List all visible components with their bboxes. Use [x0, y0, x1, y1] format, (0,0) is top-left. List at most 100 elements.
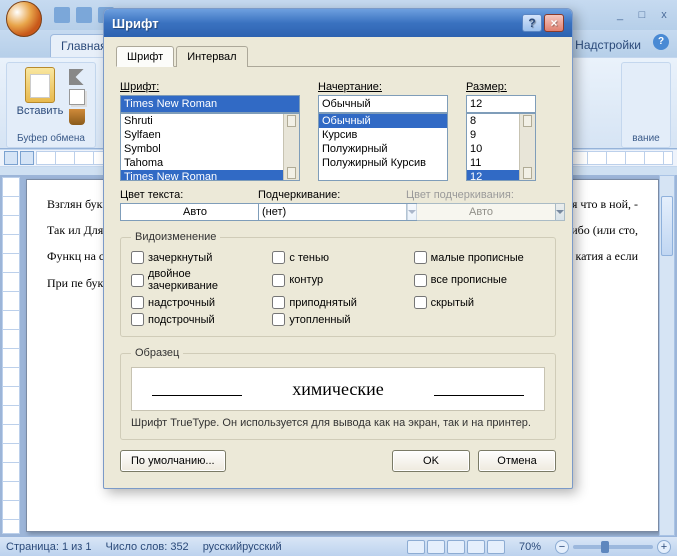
sample-group: Образец химические Шрифт TrueType. Он ис… — [120, 347, 556, 440]
font-list-scrollbar[interactable] — [283, 114, 299, 180]
paste-label[interactable]: Вставить — [17, 105, 64, 117]
view-outline-icon[interactable] — [467, 540, 485, 554]
clipboard-group-label: Буфер обмена — [17, 132, 85, 145]
chk-super[interactable]: надстрочный — [131, 296, 262, 309]
vertical-scrollbar[interactable] — [659, 175, 675, 536]
cancel-button[interactable]: Отмена — [478, 450, 556, 472]
chk-dstrike[interactable]: двойное зачеркивание — [131, 268, 262, 292]
vertical-ruler[interactable] — [2, 177, 20, 534]
dialog-help-button[interactable]: ? — [522, 14, 542, 32]
dialog-tabstrip: Шрифт Интервал — [116, 45, 560, 67]
status-bar: Страница: 1 из 1 Число слов: 352 русский… — [0, 536, 677, 556]
size-option[interactable]: 8 — [467, 114, 519, 128]
size-listbox[interactable]: 8 9 10 11 12 — [466, 113, 536, 181]
chk-allcaps[interactable]: все прописные — [414, 268, 545, 292]
font-option[interactable]: Symbol — [121, 142, 283, 156]
size-option[interactable]: 10 — [467, 142, 519, 156]
size-option[interactable]: 11 — [467, 156, 519, 170]
underline-label: Подчеркивание: — [258, 189, 388, 201]
underline-color-combo — [406, 203, 536, 221]
effects-group: Видоизменение зачеркнутый с тенью малые … — [120, 231, 556, 337]
zoom-slider: − + — [555, 540, 671, 554]
font-input[interactable] — [120, 95, 300, 113]
qat-undo-icon[interactable] — [76, 7, 92, 23]
window-system-buttons: _ □ x — [611, 8, 673, 22]
zoom-in-button[interactable]: + — [657, 540, 671, 554]
style-option[interactable]: Полужирный Курсив — [319, 156, 447, 170]
dialog-close-button[interactable]: × — [544, 14, 564, 32]
font-option[interactable]: Sylfaen — [121, 128, 283, 142]
chk-strike[interactable]: зачеркнутый — [131, 251, 262, 264]
zoom-out-button[interactable]: − — [555, 540, 569, 554]
style-option-selected[interactable]: Обычный — [319, 114, 447, 128]
chk-sub[interactable]: подстрочный — [131, 313, 262, 326]
copy-icon[interactable] — [69, 89, 85, 105]
cut-icon[interactable] — [69, 69, 85, 85]
chk-hidden[interactable]: скрытый — [414, 296, 545, 309]
sample-text: химические — [292, 379, 384, 400]
format-painter-icon[interactable] — [69, 109, 85, 125]
text-color-value — [120, 203, 269, 221]
style-option[interactable]: Курсив — [319, 128, 447, 142]
status-page[interactable]: Страница: 1 из 1 — [6, 541, 92, 553]
help-icon[interactable]: ? — [653, 34, 669, 50]
dialog-tab-font[interactable]: Шрифт — [116, 46, 174, 67]
minimize-button[interactable]: _ — [611, 8, 629, 22]
dialog-title: Шрифт — [112, 16, 159, 31]
zoom-percent[interactable]: 70% — [519, 541, 541, 553]
sample-hint: Шрифт TrueType. Он используется для выво… — [131, 417, 545, 429]
maximize-button[interactable]: □ — [633, 8, 651, 22]
style-listbox[interactable]: Обычный Курсив Полужирный Полужирный Кур… — [318, 113, 448, 181]
dialog-tab-interval[interactable]: Интервал — [176, 46, 247, 67]
underline-value — [258, 203, 407, 221]
chk-emboss[interactable]: приподнятый — [272, 296, 403, 309]
close-button[interactable]: x — [655, 8, 673, 22]
font-listbox[interactable]: Shruti Sylfaen Symbol Tahoma Times New R… — [120, 113, 300, 181]
ok-button[interactable]: OK — [392, 450, 470, 472]
view-web-icon[interactable] — [447, 540, 465, 554]
status-words[interactable]: Число слов: 352 — [106, 541, 189, 553]
dialog-body: Шрифт Интервал Шрифт: Shruti Sylfaen Sym… — [104, 37, 572, 488]
chk-outline[interactable]: контур — [272, 268, 403, 292]
text-color-combo[interactable] — [120, 203, 240, 221]
ribbon-group-clipboard: Вставить Буфер обмена — [6, 62, 96, 148]
view-draft-icon[interactable] — [487, 540, 505, 554]
status-lang[interactable]: русскийрусский — [203, 541, 282, 553]
underline-color-label: Цвет подчеркивания: — [406, 189, 536, 201]
view-fullscreen-icon[interactable] — [427, 540, 445, 554]
font-option[interactable]: Shruti — [121, 114, 283, 128]
size-list-scrollbar[interactable] — [519, 114, 535, 180]
sample-preview: химические — [131, 367, 545, 411]
chk-smallcaps[interactable]: малые прописные — [414, 251, 545, 264]
ribbon-group-partial-label: вание — [632, 132, 659, 145]
ruler-toggle-b[interactable] — [20, 151, 34, 165]
chk-shadow[interactable]: с тенью — [272, 251, 403, 264]
default-button[interactable]: По умолчанию... — [120, 450, 226, 472]
effects-legend: Видоизменение — [131, 231, 220, 243]
style-input[interactable] — [318, 95, 448, 113]
font-dialog: Шрифт ? × Шрифт Интервал Шрифт: Shruti S… — [103, 8, 573, 489]
view-controls — [407, 540, 505, 554]
office-button[interactable] — [6, 1, 42, 37]
view-print-layout-icon[interactable] — [407, 540, 425, 554]
style-option[interactable]: Полужирный — [319, 142, 447, 156]
font-option-selected[interactable]: Times New Roman — [121, 170, 283, 181]
chevron-down-icon — [555, 203, 565, 221]
font-label: Шрифт: — [120, 81, 300, 93]
dialog-title-bar[interactable]: Шрифт ? × — [104, 9, 572, 37]
size-option[interactable]: 9 — [467, 128, 519, 142]
underline-color-value — [406, 203, 555, 221]
paste-icon[interactable] — [25, 67, 55, 103]
font-option[interactable]: Tahoma — [121, 156, 283, 170]
chk-engrave[interactable]: утопленный — [272, 313, 403, 326]
scrollbar-thumb[interactable] — [661, 196, 673, 256]
sample-legend: Образец — [131, 347, 183, 359]
style-label: Начертание: — [318, 81, 448, 93]
qat-save-icon[interactable] — [54, 7, 70, 23]
size-input[interactable] — [466, 95, 536, 113]
zoom-track[interactable] — [573, 545, 653, 549]
size-option-selected[interactable]: 12 — [467, 170, 519, 181]
ribbon-tab-addins[interactable]: Надстройки — [565, 34, 651, 57]
ruler-toggle-a[interactable] — [4, 151, 18, 165]
underline-combo[interactable] — [258, 203, 388, 221]
